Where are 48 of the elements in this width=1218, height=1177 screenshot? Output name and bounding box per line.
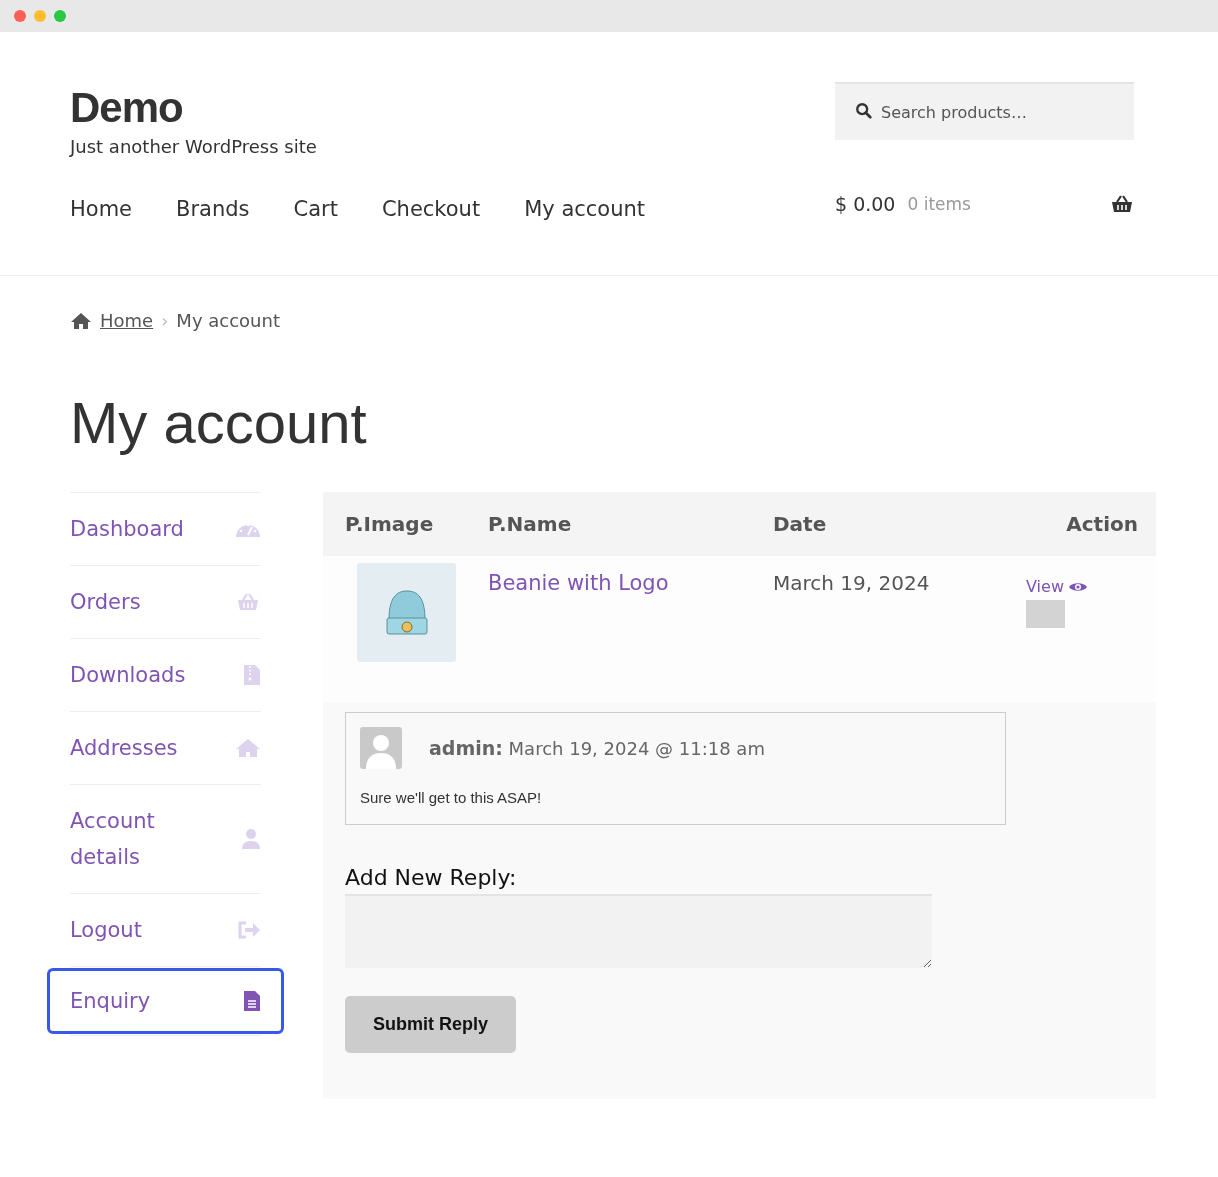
- column-header: P.Name: [488, 512, 573, 536]
- sidebar-item[interactable]: Orders: [70, 566, 261, 638]
- breadcrumb-separator: ›: [161, 310, 169, 331]
- close-dot[interactable]: [14, 10, 26, 22]
- minimize-dot[interactable]: [34, 10, 46, 22]
- nav-link[interactable]: Home: [70, 197, 132, 221]
- search-field[interactable]: Search products…: [835, 82, 1134, 140]
- basket-icon[interactable]: [1110, 194, 1134, 214]
- breadcrumb-link[interactable]: Home: [100, 310, 154, 331]
- sidebar-item[interactable]: Account details: [70, 785, 261, 893]
- view-link[interactable]: View: [1026, 577, 1088, 596]
- site-title[interactable]: Demo: [70, 84, 317, 132]
- page-title: My account: [70, 389, 368, 456]
- sidebar-item[interactable]: Downloads: [70, 639, 261, 711]
- sign-out-icon: [237, 920, 261, 940]
- cart-total[interactable]: $ 0.00: [835, 193, 896, 215]
- submit-reply-button[interactable]: Submit Reply: [345, 996, 516, 1053]
- table-cell-text: March 19, 2024: [773, 571, 931, 595]
- zip-file-icon: [243, 664, 261, 686]
- nav-link[interactable]: My account: [524, 197, 646, 221]
- sidebar-item[interactable]: Enquiry: [50, 971, 281, 1031]
- home-icon: [70, 311, 92, 330]
- comment-meta: admin: March 19, 2024 @ 11:18 am: [429, 737, 765, 759]
- comment-text: Sure we'll get to this ASAP!: [360, 789, 543, 806]
- basket-icon: [235, 592, 261, 612]
- nav-link[interactable]: Cart: [293, 197, 338, 221]
- search-icon: [855, 102, 873, 120]
- nav-link[interactable]: Brands: [176, 197, 250, 221]
- placeholder-block: [1026, 600, 1065, 628]
- house-icon: [235, 738, 261, 758]
- nav-link[interactable]: Checkout: [381, 197, 481, 221]
- breadcrumb-current: My account: [176, 310, 280, 331]
- reply-field[interactable]: [345, 894, 932, 968]
- column-header: Action: [1065, 512, 1138, 536]
- product-name-link[interactable]: Beanie with Logo: [488, 571, 773, 595]
- cart-count[interactable]: 0 items: [907, 194, 971, 214]
- document-icon: [243, 990, 261, 1012]
- avatar-silhouette: [360, 727, 402, 769]
- reply-label: Add New Reply:: [345, 865, 518, 890]
- column-header: P.Image: [344, 512, 435, 536]
- sidebar-item[interactable]: Addresses: [70, 712, 261, 784]
- column-header: Date: [773, 512, 828, 536]
- sidebar-item[interactable]: Logout: [70, 894, 261, 966]
- user-icon: [241, 828, 261, 850]
- sidebar-item[interactable]: Dashboard: [70, 493, 261, 565]
- site-tagline: Just another WordPress site: [70, 136, 317, 157]
- maximize-dot[interactable]: [54, 10, 66, 22]
- eye-icon: [1067, 580, 1088, 593]
